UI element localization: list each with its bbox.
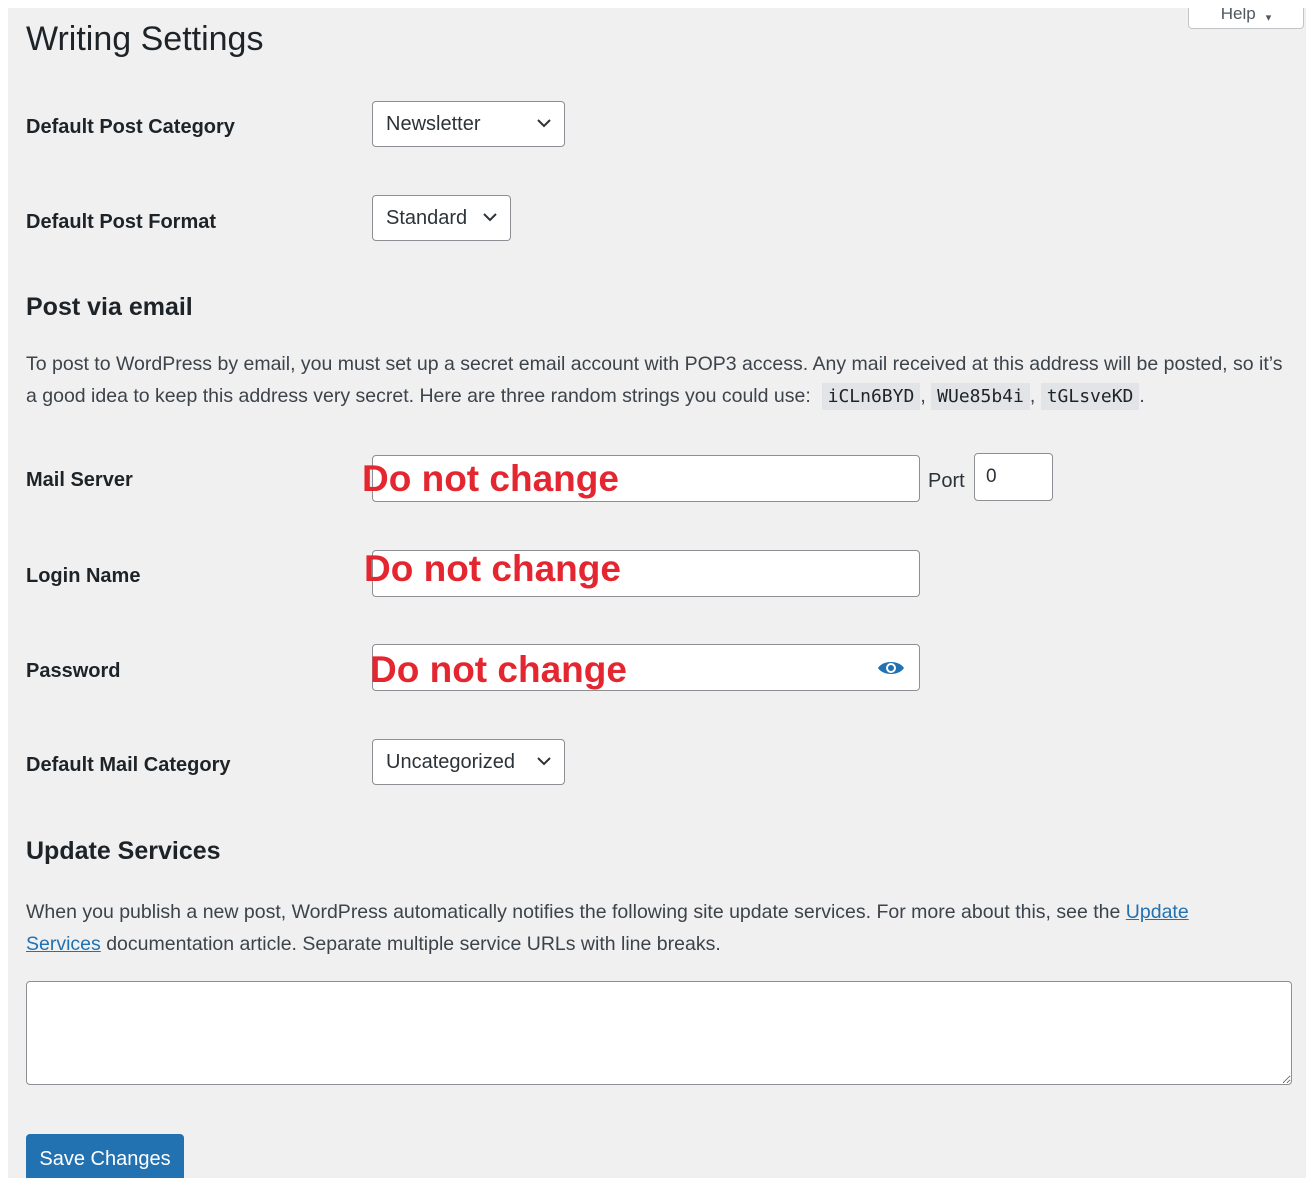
default-post-format-select[interactable]: Standard [372,195,511,241]
eye-icon[interactable] [877,659,905,677]
update-services-textarea[interactable] [26,981,1292,1085]
period: . [1139,385,1145,407]
login-name-label: Login Name [26,565,141,587]
update-services-text-after: documentation article. Separate multiple… [106,933,721,955]
separator: , [1029,385,1036,407]
default-post-category-value: Newsletter [386,112,481,135]
do-not-change-annotation: Do not change [364,548,621,589]
default-mail-category-value: Uncategorized [386,750,515,773]
mail-server-label: Mail Server [26,469,133,491]
default-post-format-label: Default Post Format [26,211,217,233]
post-via-email-heading: Post via email [26,293,193,321]
caret-down-icon: ▾ [1265,12,1272,24]
default-post-category-label: Default Post Category [26,116,235,138]
help-label: Help [1220,8,1256,23]
page-title: Writing Settings [26,20,264,58]
random-string-code: iCLn6BYD [821,383,921,410]
chevron-down-icon [537,757,551,766]
do-not-change-annotation: Do not change [370,649,627,690]
update-services-text: When you publish a new post, WordPress a… [26,901,1121,923]
chevron-down-icon [483,213,497,222]
default-mail-category-label: Default Mail Category [26,754,231,776]
post-via-email-description: To post to WordPress by email, you must … [26,348,1296,413]
help-tab-button[interactable]: Help ▾ [1188,8,1304,29]
settings-page: Help ▾ Writing Settings Default Post Cat… [8,8,1306,1178]
chevron-down-icon [537,119,551,128]
separator: , [920,385,926,407]
do-not-change-annotation: Do not change [362,458,619,499]
port-input[interactable]: 0 [974,453,1053,501]
default-mail-category-select[interactable]: Uncategorized [372,739,565,785]
save-changes-button[interactable]: Save Changes [26,1134,184,1178]
update-services-description: When you publish a new post, WordPress a… [26,896,1256,960]
random-string-code: tGLsveKD [1040,383,1140,410]
port-label: Port [928,470,965,492]
random-string-code: WUe85b4i [931,383,1030,410]
default-post-category-select[interactable]: Newsletter [372,101,565,147]
update-services-heading: Update Services [26,837,221,865]
password-label: Password [26,660,121,682]
default-post-format-value: Standard [386,206,468,229]
